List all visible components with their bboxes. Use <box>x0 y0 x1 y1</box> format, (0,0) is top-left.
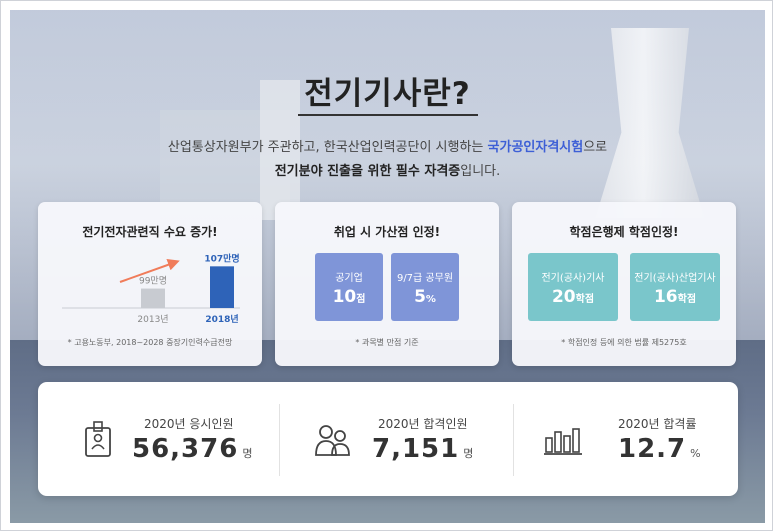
chart-category-label: 2018년 <box>205 313 238 325</box>
bar-chart-icon <box>544 426 584 460</box>
subtitle-accent: 국가공인자격시험 <box>487 140 584 155</box>
card-bonus-points: 취업 시 가산점 인정! 공기업 10점 9/7급 공무원 5% * 과목별 만… <box>275 202 499 366</box>
title-underline <box>298 114 478 116</box>
box-unit: 학점 <box>677 294 697 305</box>
card-title: 학점은행제 학점인정! <box>569 225 679 239</box>
box-label: 공기업 <box>335 273 363 284</box>
subtitle-bold: 전기분야 진출을 위한 필수 자격증 <box>274 164 461 179</box>
subtitle-text: 산업통상자원부가 주관하고, 한국산업인력공단이 시행하는 <box>167 140 488 155</box>
box-value: 16학점 <box>630 287 720 307</box>
page-title: 전기기사란? <box>304 76 471 112</box>
credit-box-industrial-engineer: 전기(공사)산업기사 16학점 <box>630 253 720 321</box>
box-number: 20 <box>551 287 576 307</box>
people-icon <box>314 422 352 462</box>
credit-box-engineer: 전기(공사)기사 20학점 <box>528 253 618 321</box>
stat-unit: 명 <box>242 447 253 460</box>
box-label: 전기(공사)산업기사 <box>634 273 716 284</box>
stat-number: 56,376 <box>132 434 239 464</box>
page-frame: 전기기사란? 산업통상자원부가 주관하고, 한국산업인력공단이 시행하는 국가공… <box>0 0 773 531</box>
chart-value-label: 99만명 <box>139 276 167 287</box>
chart-value-label: 107만명 <box>204 252 239 264</box>
stat-value: 12.7% <box>618 434 701 464</box>
subtitle-text-end: 으로 <box>583 140 608 155</box>
subtitle-line-1: 산업통상자원부가 주관하고, 한국산업인력공단이 시행하는 국가공인자격시험으로 <box>10 136 765 155</box>
subtitle-line-2: 전기분야 진출을 위한 필수 자격증입니다. <box>10 160 765 179</box>
box-value: 5% <box>391 287 459 307</box>
box-unit: % <box>425 294 436 305</box>
bonus-box-public-enterprise: 공기업 10점 <box>315 253 383 321</box>
card-credit-bank: 학점은행제 학점인정! 전기(공사)기사 20학점 전기(공사)산업기사 16학… <box>512 202 736 366</box>
stat-caption: 2020년 합격률 <box>618 417 697 431</box>
stat-applicants: 2020년 응시인원 56,376 명 <box>38 382 271 496</box>
stat-value: 56,376 명 <box>132 434 252 464</box>
stat-unit: % <box>690 447 701 460</box>
box-unit: 학점 <box>575 294 595 305</box>
stat-pass-rate: 2020년 합격률 12.7% <box>514 382 738 496</box>
stat-number: 7,151 <box>372 434 460 464</box>
subtitle-text-end: 입니다. <box>460 164 501 179</box>
hero-section: 전기기사란? 산업통상자원부가 주관하고, 한국산업인력공단이 시행하는 국가공… <box>10 10 765 523</box>
stat-value: 7,151 명 <box>372 434 473 464</box>
stat-caption: 2020년 응시인원 <box>144 417 234 431</box>
box-label: 9/7급 공무원 <box>396 273 454 284</box>
card-note: * 과목별 만점 기준 <box>355 338 419 347</box>
chart-bar <box>141 288 165 308</box>
stat-number: 12.7 <box>618 434 687 464</box>
box-number: 16 <box>653 287 678 307</box>
chart-bar <box>210 266 234 308</box>
stat-unit: 명 <box>463 447 474 460</box>
card-note: * 고용노동부, 2018~2028 중장기인력수급전망 <box>67 338 233 347</box>
card-title: 전기전자관련직 수요 증가! <box>82 225 218 239</box>
stat-caption: 2020년 합격인원 <box>378 417 468 431</box>
stats-panel: 2020년 응시인원 56,376 명 2020년 합격인원 7,151 명 2… <box>38 382 738 496</box>
bonus-box-civil-servant: 9/7급 공무원 5% <box>391 253 459 321</box>
box-value: 20학점 <box>528 287 618 307</box>
background-cooling-tower <box>595 28 705 218</box>
demand-bar-chart: 99만명 2013년 107만명 2018년 <box>62 252 240 325</box>
id-card-icon <box>83 420 113 462</box>
card-note: * 학점인정 등에 의한 법률 제5275호 <box>561 338 687 347</box>
box-number: 10 <box>332 287 357 307</box>
box-number: 5 <box>414 287 426 307</box>
box-value: 10점 <box>315 287 383 307</box>
chart-category-label: 2013년 <box>137 314 168 325</box>
box-unit: 점 <box>356 294 366 305</box>
box-label: 전기(공사)기사 <box>541 273 605 284</box>
card-title: 취업 시 가산점 인정! <box>333 225 441 239</box>
card-demand: 전기전자관련직 수요 증가! 99만명 2013년 107만명 2018년 * 고용노… <box>38 202 262 366</box>
stat-passers: 2020년 합격인원 7,151 명 <box>280 382 513 496</box>
